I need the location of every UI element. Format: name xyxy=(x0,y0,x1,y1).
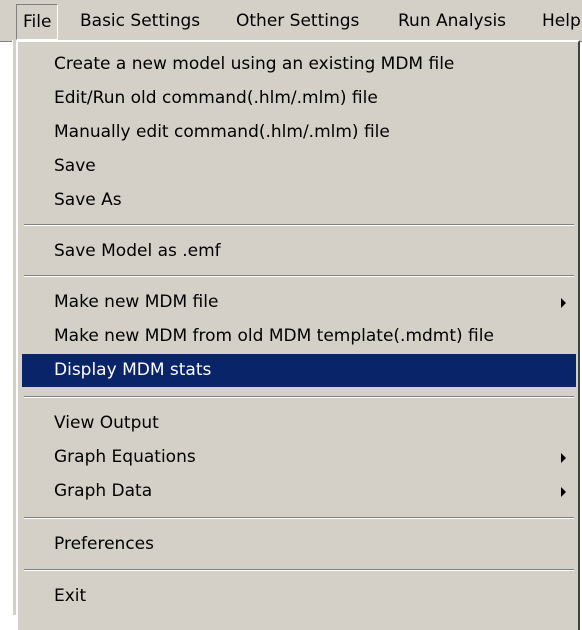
menu-item-label: Create a new model using an existing MDM… xyxy=(54,54,455,74)
menu-item-save[interactable]: Save xyxy=(22,150,576,183)
menu-other-settings[interactable]: Other Settings xyxy=(236,0,359,42)
submenu-arrow-icon xyxy=(561,453,566,463)
menu-item-display-mdm-stats[interactable]: Display MDM stats xyxy=(22,354,576,387)
menu-item-label: Edit/Run old command(.hlm/.mlm) file xyxy=(54,88,378,108)
menu-item-exit[interactable]: Exit xyxy=(22,580,576,613)
menu-item-create-new-model[interactable]: Create a new model using an existing MDM… xyxy=(22,48,576,81)
menu-separator xyxy=(24,569,574,571)
menu-item-label: View Output xyxy=(54,413,159,433)
menu-item-graph-equations[interactable]: Graph Equations xyxy=(22,441,576,474)
menu-item-preferences[interactable]: Preferences xyxy=(22,528,576,561)
file-dropdown-menu: Create a new model using an existing MDM… xyxy=(16,40,580,630)
menu-item-label: Save Model as .emf xyxy=(54,241,221,261)
submenu-arrow-icon xyxy=(561,487,566,497)
menu-separator xyxy=(24,396,574,398)
submenu-arrow-icon xyxy=(561,298,566,308)
menu-file[interactable]: File xyxy=(16,4,59,40)
menu-basic-settings[interactable]: Basic Settings xyxy=(80,0,200,42)
menu-item-label: Save As xyxy=(54,190,122,210)
menu-item-edit-run-command-file[interactable]: Edit/Run old command(.hlm/.mlm) file xyxy=(22,82,576,115)
menu-item-label: Save xyxy=(54,156,96,176)
menu-separator xyxy=(24,275,574,277)
menu-item-label: Graph Data xyxy=(54,481,153,501)
menu-item-make-new-mdm-file[interactable]: Make new MDM file xyxy=(22,286,576,319)
menu-item-save-as[interactable]: Save As xyxy=(22,184,576,217)
menu-item-make-mdm-from-template[interactable]: Make new MDM from old MDM template(.mdmt… xyxy=(22,320,576,353)
menu-run-analysis[interactable]: Run Analysis xyxy=(398,0,506,42)
menu-separator xyxy=(24,517,574,519)
menu-item-label: Make new MDM file xyxy=(54,292,219,312)
menu-item-manually-edit-command-file[interactable]: Manually edit command(.hlm/.mlm) file xyxy=(22,116,576,149)
menu-separator xyxy=(24,224,574,226)
menu-item-graph-data[interactable]: Graph Data xyxy=(22,475,576,508)
menu-item-save-model-emf[interactable]: Save Model as .emf xyxy=(22,235,576,268)
menu-item-label: Make new MDM from old MDM template(.mdmt… xyxy=(54,326,494,346)
menu-item-label: Display MDM stats xyxy=(54,360,212,380)
menu-item-label: Exit xyxy=(54,586,87,606)
menu-help[interactable]: Help xyxy=(542,0,581,42)
menu-item-label: Graph Equations xyxy=(54,447,196,467)
menu-item-view-output[interactable]: View Output xyxy=(22,407,576,440)
menu-item-label: Preferences xyxy=(54,534,154,554)
menu-bar: File Basic Settings Other Settings Run A… xyxy=(0,0,582,42)
menu-item-label: Manually edit command(.hlm/.mlm) file xyxy=(54,122,390,142)
